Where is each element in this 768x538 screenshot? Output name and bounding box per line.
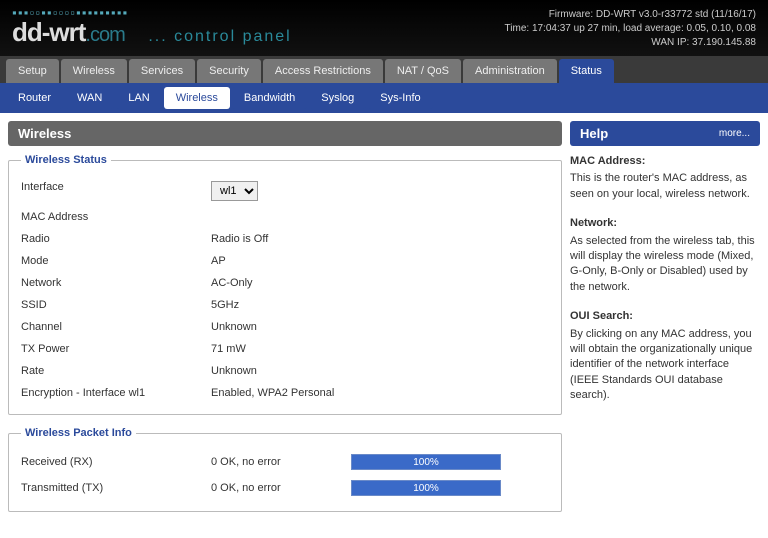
page-title: Wireless [8,121,562,146]
status-row-value: Enabled, WPA2 Personal [211,387,334,399]
help-title-text: Help [580,126,608,141]
logo: ▪▪▪▫▫▪▪▫▫▫▫▪▪▪▪▪▪▪▪▪ dd-wrt.com [12,8,128,48]
sub-tab-wireless[interactable]: Wireless [164,87,230,109]
packet-info-fieldset: Wireless Packet Info Received (RX)0 OK, … [8,427,562,512]
status-row: RateUnknown [21,360,549,382]
sub-tabs: RouterWANLANWirelessBandwidthSyslogSys-I… [0,83,768,113]
sub-tab-sys-info[interactable]: Sys-Info [368,87,432,109]
help-section-text: As selected from the wireless tab, this … [570,234,760,296]
sub-tab-bandwidth[interactable]: Bandwidth [232,87,307,109]
status-row-label: SSID [21,299,211,311]
packet-value: 0 OK, no error [211,482,351,494]
packet-label: Transmitted (TX) [21,482,211,494]
right-column: Help more... MAC Address: This is the rou… [570,121,760,524]
interface-row: Interface wl1 [21,176,549,206]
packet-value: 0 OK, no error [211,456,351,468]
packet-bar: 100% [351,480,501,496]
logo-dots: ▪▪▪▫▫▪▪▫▫▫▫▪▪▪▪▪▪▪▪▪ [12,8,128,17]
main-tab-access-restrictions[interactable]: Access Restrictions [263,59,383,83]
control-panel-text: ... control panel [148,28,291,46]
main-tab-services[interactable]: Services [129,59,195,83]
help-section-heading: MAC Address: [570,154,760,169]
content-area: Wireless Wireless Status Interface wl1 M… [0,113,768,532]
status-row-label: TX Power [21,343,211,355]
main-tab-security[interactable]: Security [197,59,261,83]
status-row: TX Power71 mW [21,338,549,360]
status-row: Encryption - Interface wl1Enabled, WPA2 … [21,382,549,404]
logo-text: dd-wrt.com [12,17,128,48]
packet-row: Received (RX)0 OK, no error100% [21,449,549,475]
status-row-label: Radio [21,233,211,245]
status-row-label: Rate [21,365,211,377]
help-section: MAC Address: This is the router's MAC add… [570,154,760,202]
main-tab-setup[interactable]: Setup [6,59,59,83]
packet-bar-fill: 100% [352,481,500,495]
left-column: Wireless Wireless Status Interface wl1 M… [8,121,562,524]
help-section: OUI Search: By clicking on any MAC addres… [570,309,760,403]
sub-tab-lan[interactable]: LAN [116,87,161,109]
packet-info-legend: Wireless Packet Info [21,427,136,439]
status-row: RadioRadio is Off [21,228,549,250]
help-section-heading: OUI Search: [570,309,760,324]
time-line: Time: 17:04:37 up 27 min, load average: … [505,22,756,36]
status-row-value: AP [211,255,226,267]
main-tab-status[interactable]: Status [559,59,614,83]
interface-select[interactable]: wl1 [211,181,258,201]
status-row-value: Unknown [211,321,257,333]
status-row-value: 5GHz [211,299,239,311]
header-info: Firmware: DD-WRT v3.0-r33772 std (11/16/… [505,8,756,50]
main-tabs: SetupWirelessServicesSecurityAccess Rest… [0,56,768,83]
sub-tab-wan[interactable]: WAN [65,87,114,109]
help-more-link[interactable]: more... [719,128,750,139]
help-section: Network: As selected from the wireless ta… [570,216,760,295]
help-section-text: This is the router's MAC address, as see… [570,171,760,202]
packet-row: Transmitted (TX)0 OK, no error100% [21,475,549,501]
packet-label: Received (RX) [21,456,211,468]
status-row: NetworkAC-Only [21,272,549,294]
wireless-status-legend: Wireless Status [21,154,111,166]
header-bar: ▪▪▪▫▫▪▪▫▫▫▫▪▪▪▪▪▪▪▪▪ dd-wrt.com ... cont… [0,0,768,56]
sub-tab-router[interactable]: Router [6,87,63,109]
status-row-label: Channel [21,321,211,333]
help-section-text: By clicking on any MAC address, you will… [570,327,760,404]
status-row-label: Encryption - Interface wl1 [21,387,211,399]
status-row: ChannelUnknown [21,316,549,338]
status-row-value: Unknown [211,365,257,377]
status-row-value: Radio is Off [211,233,268,245]
status-row: SSID5GHz [21,294,549,316]
main-tab-administration[interactable]: Administration [463,59,557,83]
wan-ip-line: WAN IP: 37.190.145.88 [505,36,756,50]
status-row: MAC Address [21,206,549,228]
help-title-bar: Help more... [570,121,760,146]
help-section-heading: Network: [570,216,760,231]
status-row: ModeAP [21,250,549,272]
status-row-label: Mode [21,255,211,267]
status-row-value: AC-Only [211,277,253,289]
wireless-status-fieldset: Wireless Status Interface wl1 MAC Addres… [8,154,562,415]
main-tab-nat-qos[interactable]: NAT / QoS [385,59,461,83]
packet-bar-fill: 100% [352,455,500,469]
firmware-line: Firmware: DD-WRT v3.0-r33772 std (11/16/… [505,8,756,22]
status-row-label: Network [21,277,211,289]
packet-bar: 100% [351,454,501,470]
interface-label: Interface [21,181,211,201]
status-row-label: MAC Address [21,211,211,223]
main-tab-wireless[interactable]: Wireless [61,59,127,83]
status-row-value: 71 mW [211,343,246,355]
sub-tab-syslog[interactable]: Syslog [309,87,366,109]
